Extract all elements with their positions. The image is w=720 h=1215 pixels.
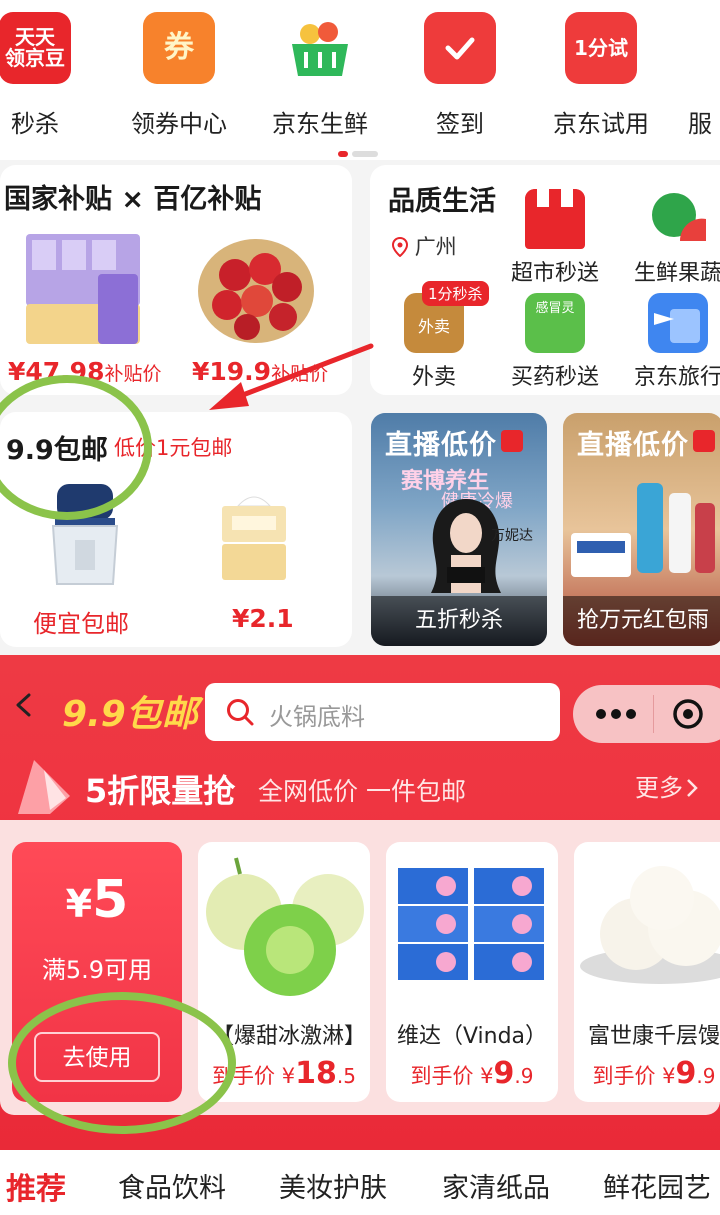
service-takeout[interactable]: 外卖 1分秒杀 外卖 bbox=[374, 281, 494, 391]
flash-sale-banner: 5折限量抢 全网低价 一件包邮 更多 bbox=[0, 750, 720, 825]
service-label: 买药秒送 bbox=[510, 365, 599, 390]
service-icon bbox=[664, 12, 720, 84]
page-indicator bbox=[338, 142, 382, 161]
tab-household-paper[interactable]: 家清纸品 bbox=[442, 1166, 550, 1205]
back-arrow-icon[interactable] bbox=[12, 693, 36, 717]
live-title: 直播低价 bbox=[577, 423, 715, 462]
coupon-condition: 满5.9可用 bbox=[41, 956, 153, 984]
category-signin[interactable]: 签到 bbox=[405, 12, 515, 139]
live-products-figure bbox=[571, 483, 715, 577]
medicine-icon-text: 感冒灵 bbox=[535, 301, 575, 316]
live-host-figure bbox=[431, 499, 501, 593]
melon-image bbox=[206, 857, 364, 996]
nine-item-1-label: 便宜包邮 bbox=[33, 610, 129, 638]
search-icon bbox=[227, 699, 254, 726]
trial-bag-icon: 1分试 bbox=[565, 12, 637, 84]
tiantian-icon-text: 天天 领京豆 bbox=[5, 25, 65, 70]
location[interactable]: 广州 bbox=[391, 231, 457, 261]
product-name: 富世康千层馒 bbox=[587, 1024, 720, 1049]
tissue-product-image[interactable] bbox=[22, 230, 144, 348]
category-trial[interactable]: 1分试 京东试用 bbox=[546, 12, 656, 139]
vegetable-icon bbox=[648, 189, 708, 249]
tab-food-drink[interactable]: 食品饮料 bbox=[118, 1166, 226, 1205]
vinda-tissue-image bbox=[398, 868, 544, 980]
travel-icon bbox=[648, 293, 708, 353]
annotation-circle-bottom bbox=[8, 992, 236, 1134]
tiantian-jingdou-icon: 天天 领京豆 bbox=[0, 12, 71, 84]
product-price: 到手价 ¥9.9 bbox=[592, 1056, 716, 1091]
calendar-check-icon bbox=[424, 12, 496, 84]
supermarket-icon bbox=[525, 189, 585, 249]
search-input[interactable]: 火锅底料 bbox=[205, 683, 560, 741]
subsidy-title: 国家补贴 × 百亿补贴 bbox=[4, 184, 262, 215]
service-label: 京东旅行 bbox=[633, 365, 720, 390]
category-row: 天天 领京豆 秒杀 券 领券中心 京东生鲜 签到 1分试 京东试用 服 bbox=[0, 0, 720, 160]
live-host-name: 万妮达 bbox=[491, 528, 533, 544]
banner-title: 5折限量抢 bbox=[85, 772, 236, 810]
service-fresh-produce[interactable]: 生鲜果蔬 bbox=[618, 189, 720, 287]
more-dots-icon[interactable] bbox=[593, 704, 639, 724]
service-label: 超市秒送 bbox=[510, 261, 599, 286]
more-text: 更多 bbox=[635, 774, 683, 802]
live-bottom-label: 五折秒杀 bbox=[371, 596, 547, 646]
capsule-menu[interactable] bbox=[573, 685, 720, 743]
service-label: 生鲜果蔬 bbox=[633, 261, 720, 286]
category-label: 签到 bbox=[436, 110, 484, 138]
coupon-amount: ¥5 bbox=[65, 870, 129, 930]
category-label: 京东生鲜 bbox=[272, 110, 368, 138]
category-seckill[interactable]: 天天 领京豆 秒杀 bbox=[0, 12, 90, 139]
panel-title: 9.9包邮 bbox=[62, 694, 198, 735]
quality-life-card[interactable]: 品质生活 广州 超市秒送 生鲜果蔬 外卖 1分秒杀 外卖 感冒灵 买药秒送 京东… bbox=[370, 165, 720, 395]
tab-flowers-garden[interactable]: 鲜花园艺 bbox=[603, 1166, 711, 1205]
close-target-icon[interactable] bbox=[671, 697, 705, 731]
tab-recommend[interactable]: 推荐 bbox=[6, 1164, 66, 1208]
live-title: 直播低价 bbox=[385, 423, 523, 462]
category-fresh[interactable]: 京东生鲜 bbox=[265, 12, 375, 139]
product-name: 【爆甜冰激淋】 bbox=[212, 1024, 367, 1049]
medicine-icon: 感冒灵 bbox=[525, 293, 585, 353]
live-badge-icon bbox=[501, 430, 523, 452]
coupon-ticket-icon: 券 bbox=[143, 12, 215, 84]
category-label: 领券中心 bbox=[131, 110, 227, 138]
takeout-badge: 1分秒杀 bbox=[422, 281, 489, 306]
steamed-bun-image bbox=[580, 866, 720, 984]
live-bottom-label: 抢万元红包雨 bbox=[563, 596, 720, 646]
live-card-2[interactable]: 直播低价 抢万元红包雨 bbox=[563, 413, 720, 646]
product-card-vinda[interactable]: 维达（Vinda） 到手价 ¥9.9 bbox=[386, 842, 558, 1102]
service-travel[interactable]: 京东旅行 bbox=[618, 293, 720, 391]
product-price: 到手价 ¥9.9 bbox=[410, 1056, 534, 1091]
location-text: 广州 bbox=[414, 235, 457, 259]
product-card-bun[interactable]: 富世康千层馒 到手价 ¥9.9 bbox=[574, 842, 720, 1102]
flash-sale-logo-icon bbox=[18, 760, 70, 814]
fresh-basket-icon bbox=[284, 12, 356, 84]
tab-beauty[interactable]: 美妆护肤 bbox=[279, 1166, 387, 1205]
fruit-basket-image[interactable] bbox=[195, 225, 317, 347]
category-label: 秒杀 bbox=[11, 110, 59, 138]
more-link[interactable]: 更多 bbox=[635, 768, 699, 803]
live-badge-icon bbox=[693, 430, 715, 452]
coupon-icon-text: 券 bbox=[164, 30, 194, 66]
quality-title: 品质生活 bbox=[388, 186, 496, 217]
tissue-box-image[interactable] bbox=[218, 488, 290, 588]
category-label: 服 bbox=[688, 110, 712, 138]
nine-item-2-price: ¥2.1 bbox=[232, 604, 294, 633]
annotation-arrow bbox=[209, 343, 374, 410]
category-label: 京东试用 bbox=[553, 110, 649, 138]
banner-subtitle: 全网低价 一件包邮 bbox=[258, 777, 466, 806]
service-label: 外卖 bbox=[411, 365, 456, 390]
category-service[interactable]: 服 bbox=[645, 12, 720, 139]
trial-icon-text: 1分试 bbox=[574, 35, 628, 60]
category-tabs: 推荐 食品饮料 美妆护肤 家清纸品 鲜花园艺 bbox=[0, 1150, 720, 1215]
service-supermarket[interactable]: 超市秒送 bbox=[495, 189, 615, 287]
takeout-icon-text: 外卖 bbox=[417, 317, 450, 336]
product-name: 维达（Vinda） bbox=[396, 1024, 548, 1049]
search-placeholder: 火锅底料 bbox=[269, 703, 365, 731]
service-medicine[interactable]: 感冒灵 买药秒送 bbox=[495, 293, 615, 391]
live-card-1[interactable]: 直播低价 赛博养生 健康冷爆 万妮达 五折秒杀 bbox=[371, 413, 547, 646]
category-coupon-center[interactable]: 券 领券中心 bbox=[124, 12, 234, 139]
chevron-right-icon bbox=[687, 779, 698, 797]
location-pin-icon bbox=[391, 236, 409, 258]
